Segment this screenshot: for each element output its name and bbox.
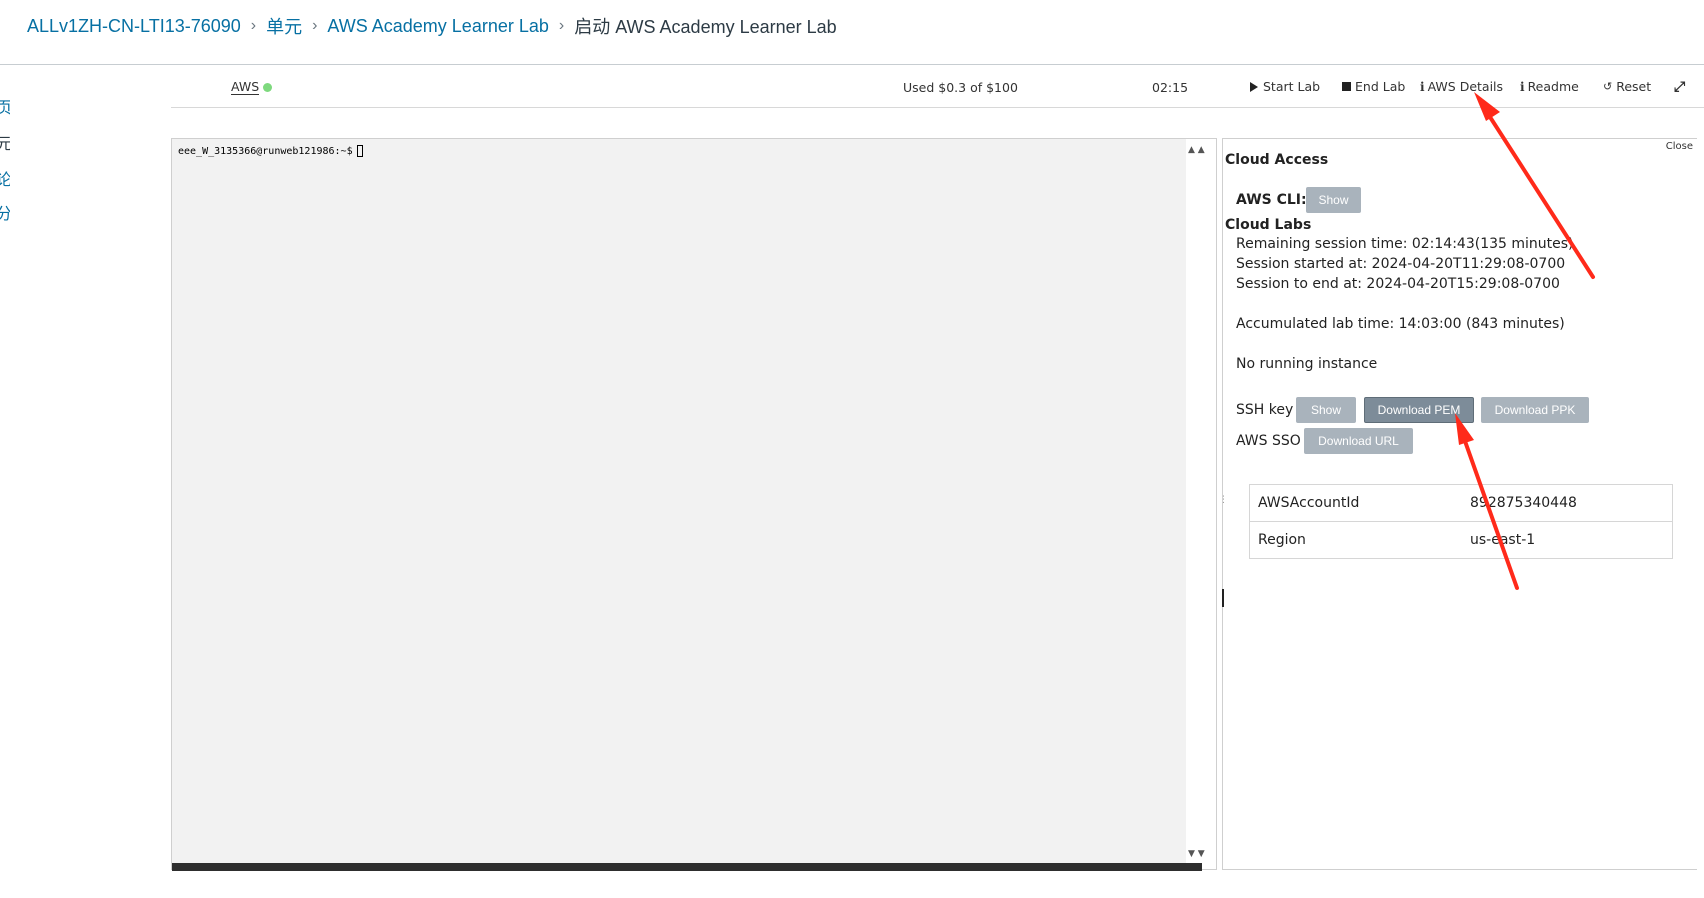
start-lab-button[interactable]: Start Lab — [1250, 79, 1320, 94]
course-nav-item[interactable]: 论 — [0, 166, 10, 190]
breadcrumb: ALLv1ZH-CN-LTI13-76090 › 单元 › AWS Academ… — [27, 14, 837, 38]
stop-icon — [1342, 82, 1351, 91]
ssh-key-show-button[interactable]: Show — [1296, 397, 1356, 423]
reset-icon: ↺ — [1603, 80, 1613, 93]
breadcrumb-modules[interactable]: 单元 — [266, 13, 302, 39]
expand-icon: ⤢ — [1674, 79, 1686, 95]
lab-toolbar: AWS Used $0.3 of $100 02:15 Start Lab En… — [171, 74, 1704, 106]
breadcrumb-current: 启动 AWS Academy Learner Lab — [574, 17, 837, 37]
region-value: us-east-1 — [1462, 521, 1673, 559]
breadcrumb-separator: › — [250, 17, 257, 34]
budget-usage: Used $0.3 of $100 — [903, 80, 1018, 95]
session-timer: 02:15 — [1152, 80, 1189, 95]
terminal-prompt-line: eee_W_3135366@runweb121986:~$ — [178, 145, 363, 157]
breadcrumb-learner-lab[interactable]: AWS Academy Learner Lab — [327, 16, 548, 37]
terminal-horizontal-scrollbar[interactable] — [172, 863, 1202, 871]
breadcrumb-separator: › — [312, 17, 318, 34]
reset-button[interactable]: ↺ Reset — [1603, 79, 1651, 94]
readme-label: Readme — [1527, 79, 1579, 94]
aws-account-table: AWSAccountId 892875340448 Region us-east… — [1249, 484, 1673, 559]
breadcrumb-course[interactable]: ALLv1ZH-CN-LTI13-76090 — [27, 16, 241, 37]
terminal[interactable]: eee_W_3135366@runweb121986:~$ ▲ ▲ ▼ ▼ — [171, 138, 1217, 871]
terminal-prompt: eee_W_3135366@runweb121986:~$ — [178, 145, 353, 157]
remaining-session-time: Remaining session time: 02:14:43(135 min… — [1236, 236, 1574, 252]
scroll-up-icon[interactable]: ▲ ▲ — [1188, 145, 1205, 155]
info-icon: i — [1520, 79, 1525, 94]
account-id-key: AWSAccountId — [1249, 484, 1462, 522]
start-lab-label: Start Lab — [1263, 79, 1321, 94]
course-nav-item[interactable]: 分 — [0, 200, 10, 224]
running-instance-status: No running instance — [1236, 356, 1378, 372]
fullscreen-button[interactable]: ⤢ — [1674, 79, 1685, 95]
aws-cli-label: AWS CLI: — [1236, 192, 1307, 208]
terminal-cursor — [356, 145, 363, 157]
header-divider — [0, 64, 1704, 65]
info-icon: i — [1420, 79, 1425, 94]
aws-details-panel: ⋮ Close Cloud Access AWS CLI: Show Cloud… — [1219, 138, 1697, 870]
course-nav-item[interactable]: 页 — [0, 94, 10, 118]
download-ppk-button[interactable]: Download PPK — [1481, 397, 1589, 423]
cloud-access-heading: Cloud Access — [1225, 152, 1329, 168]
aws-label[interactable]: AWS — [231, 80, 260, 95]
splitter-handle-icon[interactable]: ⋮ — [1219, 495, 1228, 505]
aws-details-label: AWS Details — [1427, 79, 1504, 94]
breadcrumb-separator: › — [558, 17, 565, 34]
table-row: AWSAccountId 892875340448 — [1249, 484, 1673, 522]
table-row: Region us-east-1 — [1249, 521, 1673, 559]
course-nav-item-active[interactable]: 元 — [0, 130, 10, 154]
end-lab-label: End Lab — [1355, 79, 1406, 94]
ssh-key-label: SSH key — [1236, 402, 1294, 418]
download-url-button[interactable]: Download URL — [1304, 428, 1413, 454]
text-caret — [1222, 589, 1224, 607]
download-pem-button[interactable]: Download PEM — [1364, 397, 1474, 423]
region-key: Region — [1249, 521, 1462, 559]
account-id-value: 892875340448 — [1462, 484, 1673, 522]
terminal-scrollbar[interactable]: ▲ ▲ ▼ ▼ — [1186, 139, 1216, 869]
reset-label: Reset — [1616, 79, 1652, 94]
scroll-down-icon[interactable]: ▼ ▼ — [1188, 849, 1205, 859]
session-started: Session started at: 2024-04-20T11:29:08-… — [1236, 256, 1566, 272]
status-dot-icon — [263, 83, 273, 92]
aws-sso-label: AWS SSO — [1236, 433, 1301, 449]
aws-console-link[interactable]: AWS — [231, 80, 273, 95]
toolbar-divider — [171, 107, 1704, 108]
aws-details-button[interactable]: i AWS Details — [1420, 79, 1503, 94]
close-panel-button[interactable]: Close — [1666, 141, 1693, 152]
accumulated-lab-time: Accumulated lab time: 14:03:00 (843 minu… — [1236, 316, 1565, 332]
play-icon — [1250, 81, 1258, 92]
end-lab-button[interactable]: End Lab — [1342, 79, 1405, 94]
session-to-end: Session to end at: 2024-04-20T15:29:08-0… — [1236, 276, 1560, 292]
cloud-labs-heading: Cloud Labs — [1225, 217, 1312, 233]
readme-button[interactable]: i Readme — [1520, 79, 1579, 94]
aws-cli-show-button[interactable]: Show — [1306, 187, 1361, 213]
